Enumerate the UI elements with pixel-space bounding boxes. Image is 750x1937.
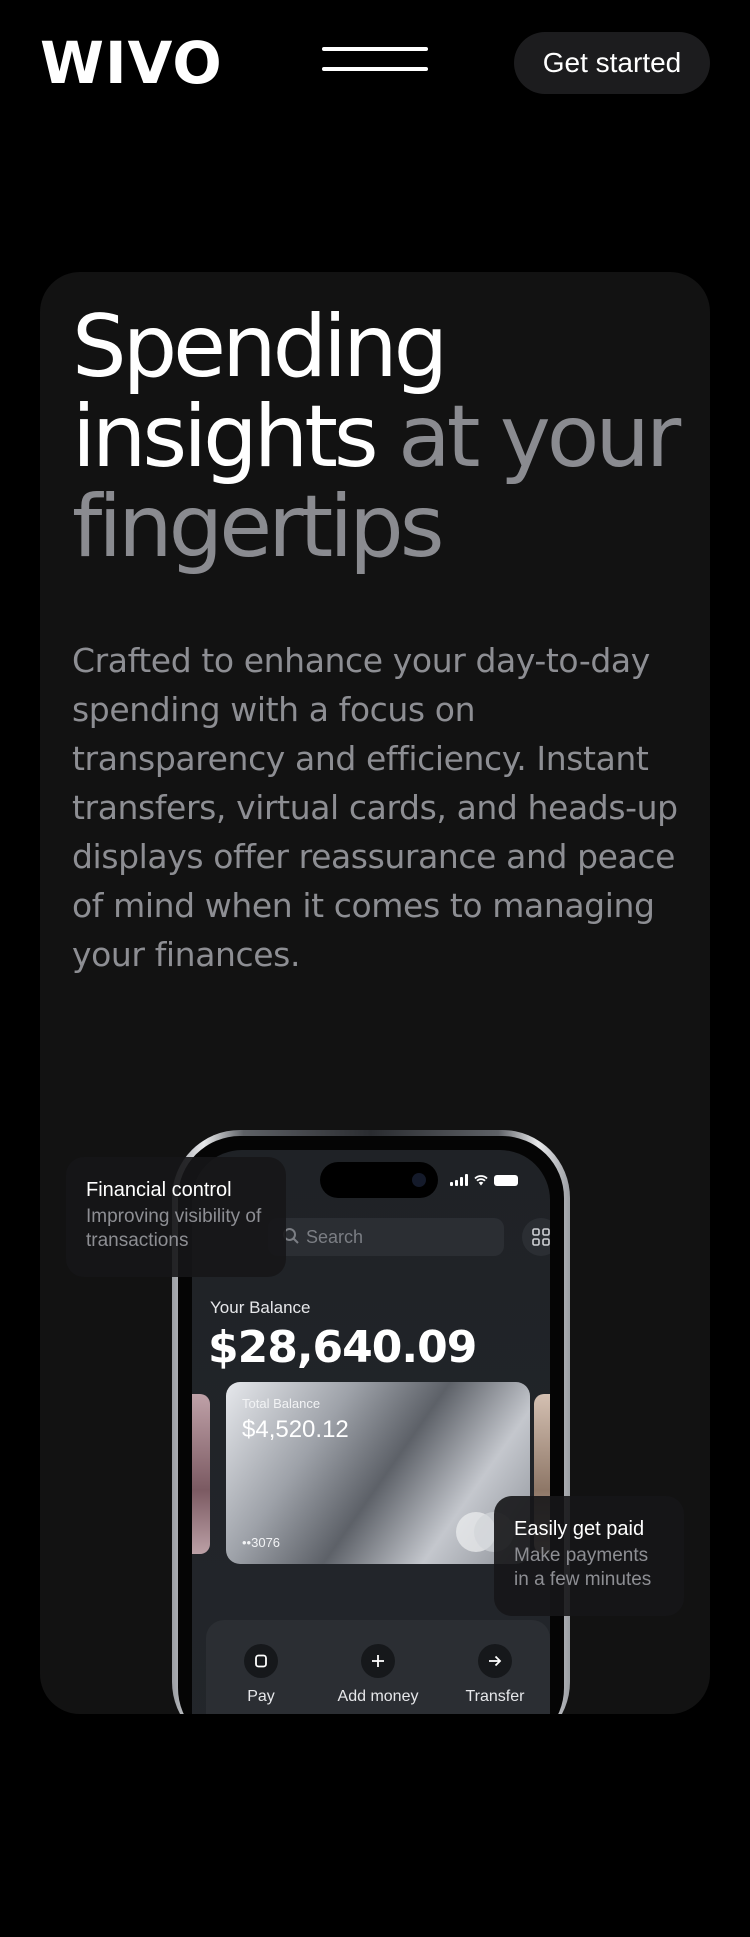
headline-primary: Spending insights [72, 297, 448, 487]
status-bar [450, 1172, 518, 1186]
search-placeholder: Search [306, 1227, 364, 1247]
battery-icon [494, 1175, 518, 1186]
apps-button[interactable] [522, 1218, 550, 1256]
search-input[interactable]: Search [268, 1218, 504, 1256]
plus-icon [361, 1644, 395, 1678]
add-money-label: Add money [337, 1688, 419, 1705]
transfer-label: Transfer [465, 1688, 525, 1705]
grid-icon [532, 1228, 550, 1246]
callout-title: Easily get paid [514, 1518, 645, 1540]
wifi-icon [474, 1175, 488, 1186]
card-label: Total Balance [242, 1396, 321, 1411]
get-started-button[interactable]: Get started [514, 32, 710, 94]
transfer-button[interactable]: Transfer [440, 1644, 550, 1706]
card-number: ••3076 [242, 1535, 281, 1550]
signal-icon [450, 1174, 468, 1186]
balance-label: Your Balance [210, 1298, 311, 1317]
pay-label: Pay [247, 1688, 275, 1705]
hamburger-menu-icon[interactable] [322, 47, 428, 73]
bank-card[interactable]: Total Balance $4,520.12 ••3076 [226, 1382, 530, 1564]
callout-subtitle: Improving visibility of transactions [86, 1206, 262, 1251]
callout-title: Financial control [86, 1179, 232, 1201]
pay-button[interactable]: Pay [206, 1644, 316, 1706]
callout-subtitle: Make payments in a few minutes [514, 1545, 652, 1590]
wivo-logo[interactable]: WIVO [40, 28, 223, 98]
front-camera [412, 1173, 426, 1187]
arrow-right-icon [478, 1644, 512, 1678]
balance-amount: $28,640.09 [208, 1322, 477, 1373]
financial-control-callout: Financial control Improving visibility o… [66, 1157, 286, 1277]
hero-headline: Spending insights at your fingertips [72, 302, 702, 572]
side-card-left[interactable] [192, 1394, 210, 1554]
page-bottom-spacer [0, 1714, 750, 1937]
card-amount: $4,520.12 [242, 1416, 349, 1443]
hero-description: Crafted to enhance your day-to-day spend… [72, 641, 678, 974]
dynamic-island [320, 1162, 438, 1198]
get-paid-callout: Easily get paid Make payments in a few m… [494, 1496, 684, 1616]
add-money-button[interactable]: Add money [323, 1644, 433, 1706]
card-icon [244, 1644, 278, 1678]
